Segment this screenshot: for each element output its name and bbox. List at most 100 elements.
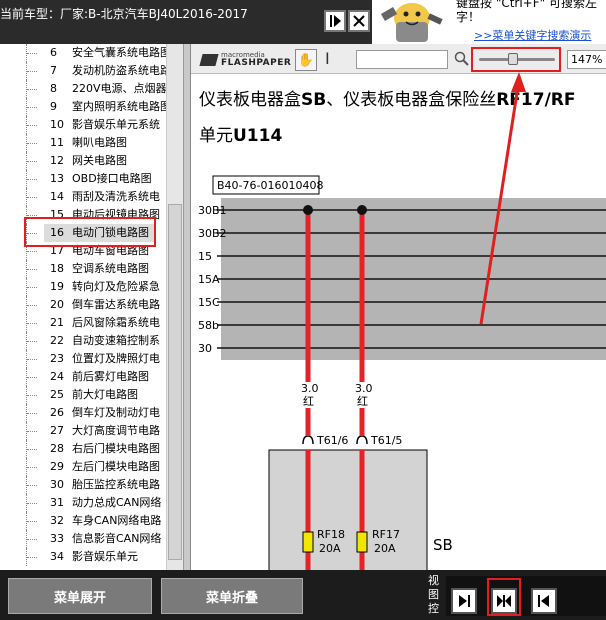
close-icon (353, 15, 365, 27)
tree-item-label: 安全气囊系统电路图 (72, 46, 166, 59)
tree-item[interactable]: 8 220V电源、点烟器 (0, 80, 166, 98)
bus-label: 15A (198, 273, 220, 286)
wire-gauge: 3.0 (355, 382, 373, 395)
tree-item[interactable]: 13 OBD接口电路图 (0, 170, 166, 188)
tree-item-number: 18 (50, 262, 64, 275)
tree-item-label: 220V电源、点烟器 (72, 82, 166, 95)
tree-item[interactable]: 11 喇叭电路图 (0, 134, 166, 152)
selected-item-annotation-box (24, 217, 156, 247)
tree-item-number: 28 (50, 442, 64, 455)
car-model-title: 当前车型：厂家:B-北京汽车BJ40L2016-2017 (0, 7, 248, 21)
tree-item-label: 倒车灯及制动灯电 (72, 406, 160, 419)
close-window-button[interactable] (348, 10, 370, 32)
tree-item[interactable]: 21 后风窗除霜系统电 (0, 314, 166, 332)
tree-item-label: 倒车雷达系统电路 (72, 298, 160, 311)
tree-scrollbar[interactable] (166, 44, 183, 570)
tree-item[interactable]: 23 位置灯及牌照灯电 (0, 350, 166, 368)
wire-gauge: 3.0 (301, 382, 319, 395)
tree-item[interactable]: 26 倒车灯及制动灯电 (0, 404, 166, 422)
tree-item[interactable]: 10 影音娱乐单元系统 (0, 116, 166, 134)
tree-connector (26, 548, 38, 566)
next-page-button[interactable] (324, 10, 346, 32)
tree-item[interactable]: 33 信息影音CAN网络 (0, 530, 166, 548)
part-number: B40-76-016010408 (217, 179, 323, 192)
view-annotation-box (487, 578, 521, 616)
help-text-line1: 键盘按 "Ctrl+F" 可搜索左 (456, 0, 597, 10)
tree-connector (26, 458, 38, 476)
text-select-tool-icon[interactable]: I (325, 49, 330, 68)
tree-item-number: 12 (50, 154, 64, 167)
tree-item[interactable]: 14 雨刮及清洗系统电 (0, 188, 166, 206)
magnifier-icon[interactable] (454, 51, 470, 67)
tree-item[interactable]: 24 前后雾灯电路图 (0, 368, 166, 386)
sb-box (268, 449, 428, 570)
tree-item-label: 信息影音CAN网络 (72, 532, 162, 545)
bus-label: 15C (198, 296, 220, 309)
tree-item-label: 后风窗除霜系统电 (72, 316, 160, 329)
tree-item[interactable]: 32 车身CAN网络电路 (0, 512, 166, 530)
tree-item[interactable]: 9 室内照明系统电路图 (0, 98, 166, 116)
tree-item-number: 32 (50, 514, 64, 527)
tree-connector (26, 260, 38, 278)
tree-item-label: 胎压监控系统电路 (72, 478, 160, 491)
title-part-bold: U114 (233, 126, 283, 146)
view-expand-left-button[interactable] (531, 588, 557, 614)
logo-line2: FLASHPAPER (221, 58, 292, 68)
tree-connector (26, 62, 38, 80)
tree-connector (26, 422, 38, 440)
tree-item[interactable]: 31 动力总成CAN网络 (0, 494, 166, 512)
tree-item-number: 27 (50, 424, 64, 437)
tree-item[interactable]: 18 空调系统电路图 (0, 260, 166, 278)
page-title-line2: 单元U114 (199, 118, 575, 154)
tree-item-number: 23 (50, 352, 64, 365)
tree-item[interactable]: 27 大灯高度调节电路 (0, 422, 166, 440)
tree-item[interactable]: 20 倒车雷达系统电路 (0, 296, 166, 314)
tree-item[interactable]: 29 左后门模块电路图 (0, 458, 166, 476)
page-title: 仪表板电器盒SB、仪表板电器盒保险丝RF17/RF 单元U114 (199, 82, 575, 154)
fuse-name: RF17 (372, 528, 400, 541)
fuse-name: RF18 (317, 528, 345, 541)
tree-item-label: 自动变速箱控制系 (72, 334, 160, 347)
view-expand-right-button[interactable] (451, 588, 477, 614)
tree-item[interactable]: 34 影音娱乐单元 (0, 548, 166, 566)
zoom-value-field[interactable]: 147% (567, 50, 606, 69)
play-right-icon (330, 15, 341, 27)
tree-scrollbar-thumb[interactable] (168, 204, 182, 560)
tree-item[interactable]: 19 转向灯及危险紧急 (0, 278, 166, 296)
help-panel: 键盘按 "Ctrl+F" 可搜索左 字！ >>菜单关键字搜索演示 (372, 0, 606, 44)
title-part: 、仪表板电器盒保险丝 (326, 90, 497, 110)
tree-item[interactable]: 25 前大灯电路图 (0, 386, 166, 404)
connector-symbol (302, 435, 314, 445)
tree-connector (26, 350, 38, 368)
tree-item-label: 影音娱乐单元系统 (72, 118, 160, 131)
menu-collapse-button[interactable]: 菜单折叠 (161, 578, 303, 614)
tree-item-label: 转向灯及危险紧急 (72, 280, 160, 293)
tree-item[interactable]: 28 右后门模块电路图 (0, 440, 166, 458)
tree-item[interactable]: 6 安全气囊系统电路图 (0, 44, 166, 62)
tree-item-label: 网关电路图 (72, 154, 127, 167)
tree-item[interactable]: 12 网关电路图 (0, 152, 166, 170)
tree-connector (26, 80, 38, 98)
tree-item-number: 19 (50, 280, 64, 293)
search-demo-link[interactable]: >>菜单关键字搜索演示 (474, 27, 591, 43)
search-input[interactable] (356, 50, 448, 69)
bus-label: 15 (198, 250, 212, 263)
tree-item-label: 右后门模块电路图 (72, 442, 160, 455)
bottom-toolbar: 菜单展开 菜单折叠 视图控 (0, 570, 606, 620)
fuse-rf18-symbol (302, 531, 314, 553)
tree-item-number: 34 (50, 550, 64, 563)
tree-item-label: 喇叭电路图 (72, 136, 127, 149)
tree-item[interactable]: 7 发动机防盗系统电路 (0, 62, 166, 80)
tree-connector (26, 296, 38, 314)
flashpaper-logo: macromedia FLASHPAPER (199, 51, 292, 69)
tree-item-label: 室内照明系统电路图 (72, 100, 166, 113)
wire-color: 红 (357, 395, 368, 408)
menu-expand-button[interactable]: 菜单展开 (8, 578, 152, 614)
tree-item-number: 33 (50, 532, 64, 545)
hand-tool-button[interactable]: ✋ (295, 49, 317, 71)
tree-item[interactable]: 30 胎压监控系统电路 (0, 476, 166, 494)
tree-connector (26, 494, 38, 512)
tree-item-label: 发动机防盗系统电路 (72, 64, 166, 77)
tree-item-label: 位置灯及牌照灯电 (72, 352, 160, 365)
tree-item[interactable]: 22 自动变速箱控制系 (0, 332, 166, 350)
